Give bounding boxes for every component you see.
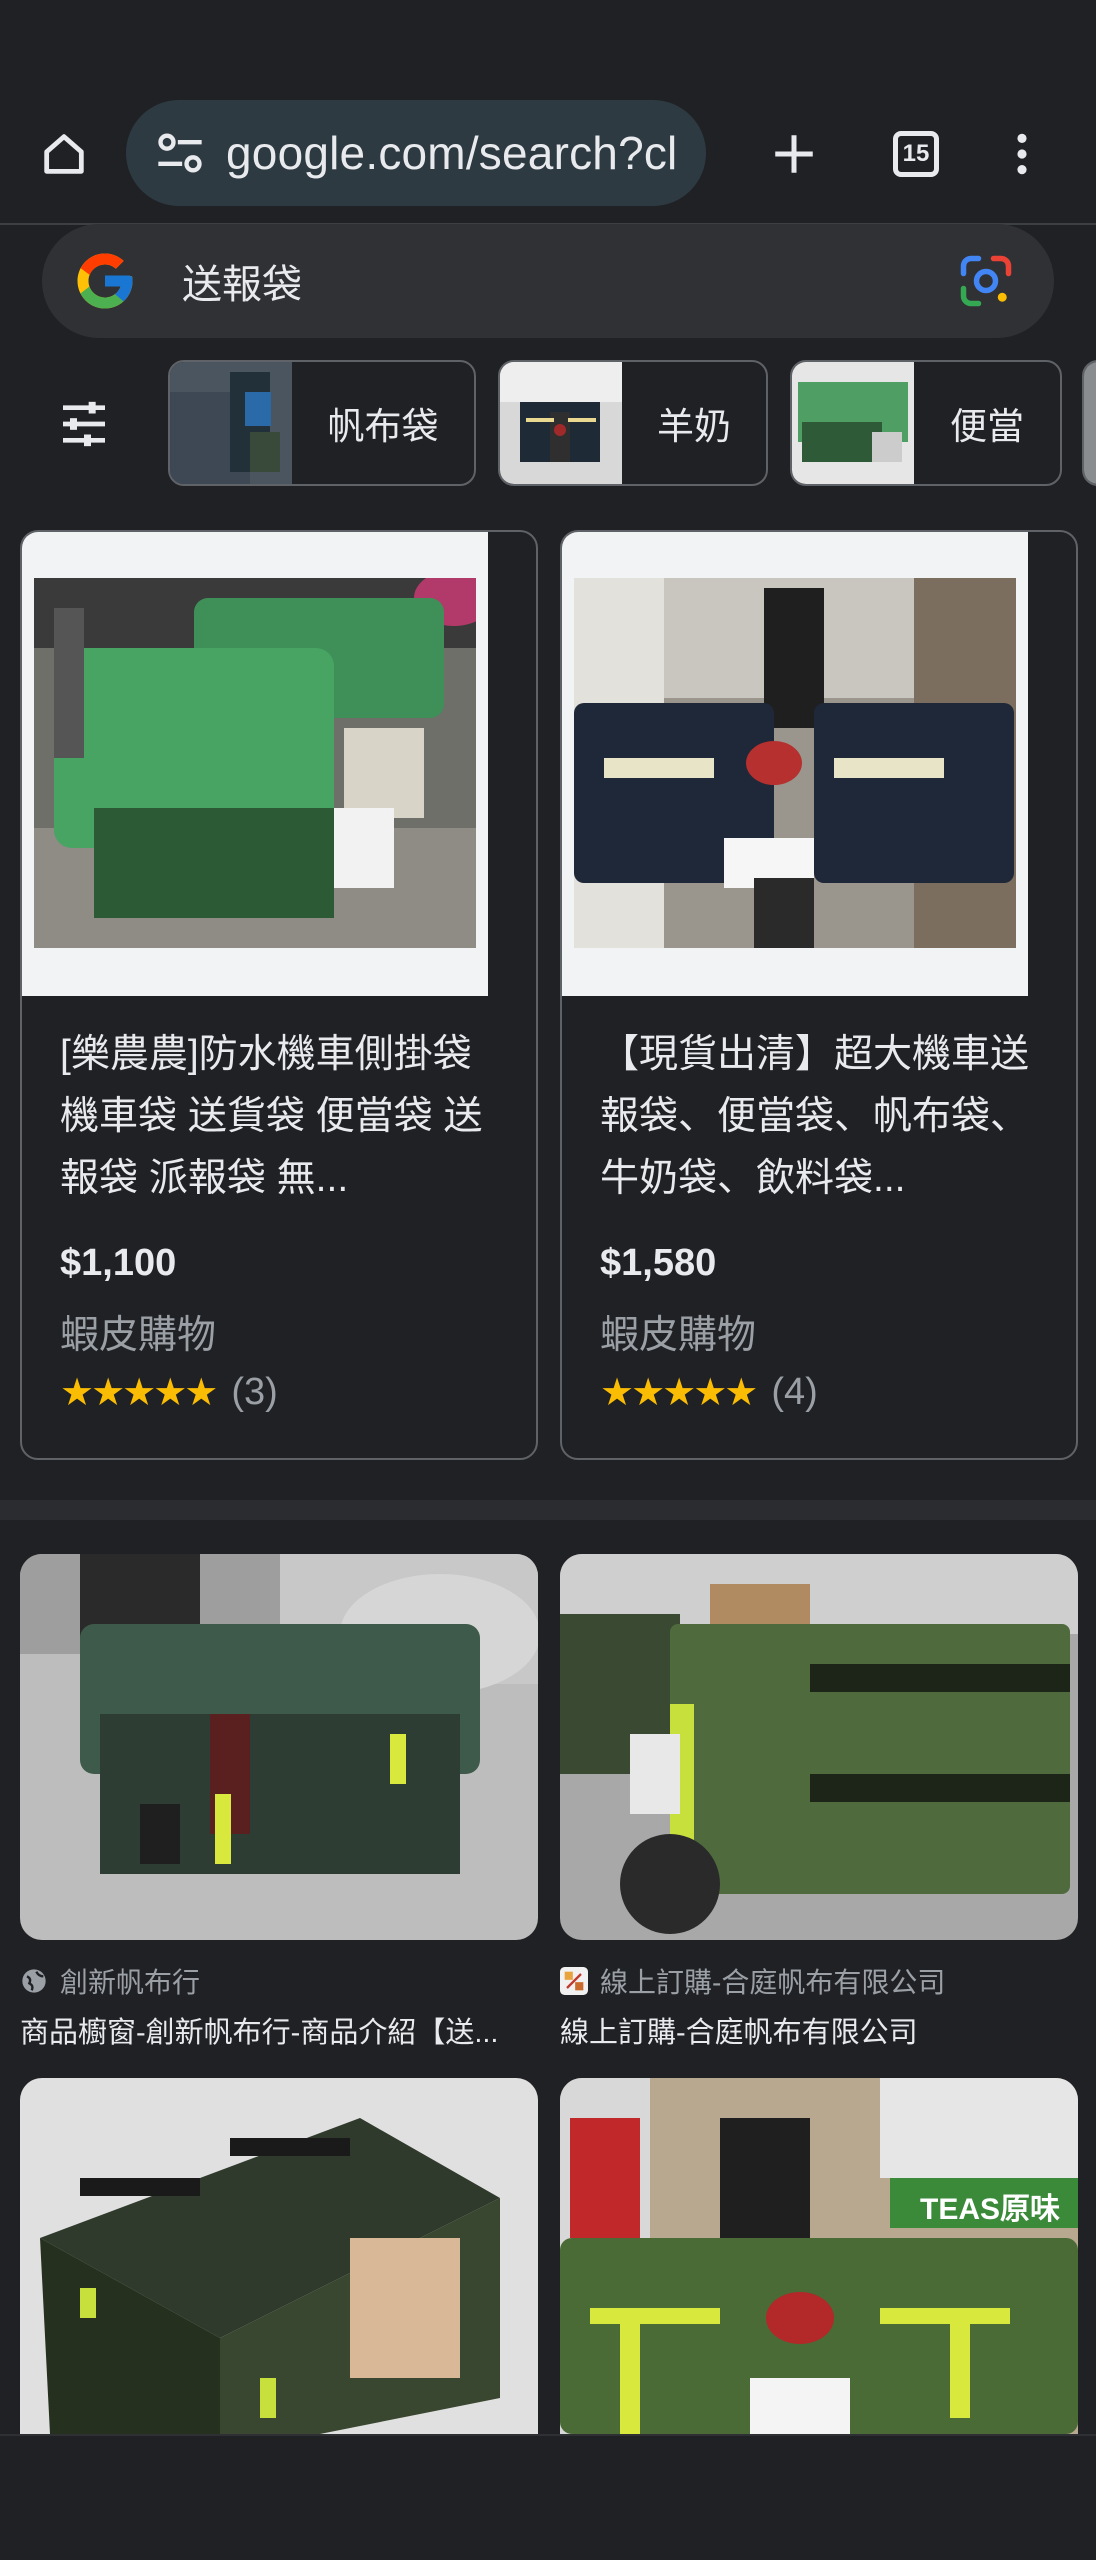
- section-divider: [0, 1500, 1096, 1520]
- image-source: 創新帆布行: [20, 1961, 538, 2001]
- image-result[interactable]: 線上訂購-合庭帆布有限公司 線上訂購-合庭帆布有限公司: [560, 1554, 1078, 2051]
- result-image: [560, 2078, 1078, 2434]
- star-rating-icon: ★★★★★: [600, 1372, 758, 1414]
- google-logo-icon: [77, 253, 133, 309]
- filters-button[interactable]: [44, 374, 124, 474]
- tune-icon[interactable]: [154, 127, 206, 179]
- chip-thumbnail: [170, 362, 292, 484]
- google-lens-icon[interactable]: [956, 251, 1016, 311]
- tab-switcher-button[interactable]: 15: [874, 112, 958, 196]
- merchant-name: 蝦皮購物: [60, 1314, 217, 1357]
- filter-chip-partial[interactable]: [1082, 360, 1096, 486]
- shopping-card[interactable]: [樂農農]防水機車側掛袋 機車袋 送貨袋 便當袋 送報袋 派報袋 無... $1…: [20, 530, 538, 1460]
- search-query[interactable]: 送報袋: [182, 252, 956, 310]
- result-image: [560, 1554, 1078, 1940]
- image-result[interactable]: TEAS原味: [560, 2078, 1078, 2434]
- tab-switcher-icon: 15: [893, 131, 939, 177]
- status-bar: [0, 0, 1096, 90]
- shopping-card[interactable]: 【現貨出清】超大機車送報袋、便當袋、帆布袋、牛奶袋、飲料袋... $1,580 …: [560, 530, 1078, 1460]
- home-icon: [44, 134, 84, 174]
- tune-filters-icon: [63, 401, 105, 447]
- rating: ★★★★★ (4): [600, 1370, 818, 1415]
- url-text: google.com/search?cl: [226, 127, 678, 179]
- image-result[interactable]: [20, 2078, 538, 2439]
- product-image: [34, 578, 476, 948]
- more-vert-icon: [1017, 133, 1027, 175]
- result-image: [20, 2078, 538, 2434]
- chip-label: 便當: [950, 406, 1024, 447]
- rating: ★★★★★ (3): [60, 1370, 278, 1415]
- result-image: [20, 1554, 540, 1940]
- plus-icon: [775, 135, 813, 173]
- source-name: 線上訂購-合庭帆布有限公司: [600, 1967, 946, 1998]
- source-name: 創新帆布行: [60, 1967, 201, 1998]
- product-title: [樂農農]防水機車側掛袋 機車袋 送貨袋 便當袋 送報袋 派報袋 無...: [60, 1033, 483, 1200]
- image-caption[interactable]: 線上訂購-合庭帆布有限公司: [560, 2009, 1078, 2051]
- site-favicon: [560, 1967, 588, 1995]
- chip-label: 羊奶: [657, 406, 731, 447]
- menu-button[interactable]: [980, 112, 1064, 196]
- filter-chip-goat-milk[interactable]: 羊奶: [498, 360, 768, 486]
- chip-label: 帆布袋: [327, 406, 439, 447]
- address-bar[interactable]: google.com/search?cl: [126, 100, 706, 206]
- filter-chip-canvas-bag[interactable]: 帆布袋: [168, 360, 476, 486]
- chip-thumbnail: [792, 362, 914, 484]
- search-bar[interactable]: 送報袋: [42, 224, 1054, 338]
- star-rating-icon: ★★★★★: [60, 1372, 218, 1414]
- system-navigation-bar: [0, 2434, 1096, 2560]
- review-count: (4): [771, 1371, 818, 1413]
- merchant-name: 蝦皮購物: [600, 1314, 757, 1357]
- product-title: 【現貨出清】超大機車送報袋、便當袋、帆布袋、牛奶袋、飲料袋...: [600, 1033, 1030, 1200]
- review-count: (3): [231, 1371, 278, 1413]
- tab-count: 15: [902, 140, 930, 167]
- product-image-frame: [22, 532, 488, 996]
- product-image: [574, 578, 1016, 948]
- home-button[interactable]: [22, 112, 106, 196]
- image-caption[interactable]: 商品櫥窗-創新帆布行-商品介紹【送...: [20, 2009, 538, 2051]
- store-sign-text: TEAS原味: [920, 2193, 1061, 2226]
- image-source: 線上訂購-合庭帆布有限公司: [560, 1961, 1078, 2001]
- new-tab-button[interactable]: [752, 112, 836, 196]
- chip-thumbnail: [500, 362, 622, 484]
- product-price: $1,100: [60, 1242, 177, 1284]
- product-image-frame: [562, 532, 1028, 996]
- image-result[interactable]: 創新帆布行 商品櫥窗-創新帆布行-商品介紹【送...: [20, 1554, 540, 2051]
- globe-icon: [22, 1969, 46, 1993]
- filter-chip-lunchbox[interactable]: 便當: [790, 360, 1062, 486]
- product-price: $1,580: [600, 1242, 717, 1284]
